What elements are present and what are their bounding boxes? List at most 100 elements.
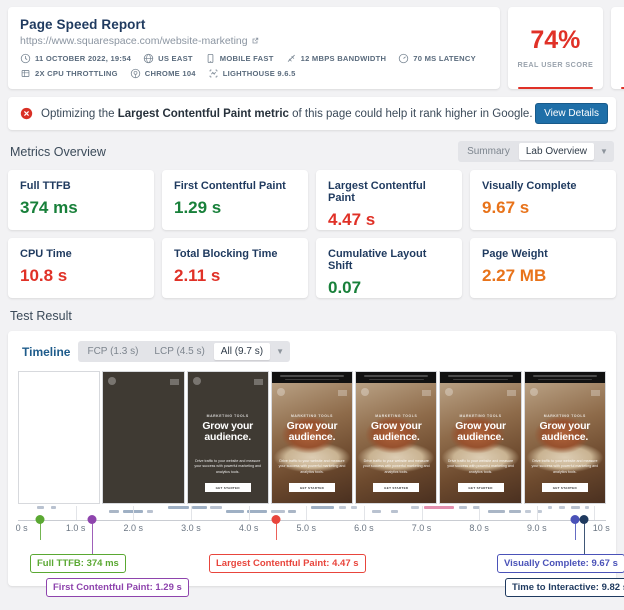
browser-chrome-bar [524, 372, 605, 383]
frame-paragraph: Drive traffic to your website and measur… [447, 459, 514, 474]
axis-gridline [594, 506, 596, 520]
metric-card-visually-complete[interactable]: Visually Complete 9.67 s [470, 170, 616, 230]
latency-icon [398, 53, 409, 64]
axis-gridline [75, 506, 77, 520]
filmstrip-frame[interactable]: MARKETING TOOLS Grow your audience. Driv… [186, 371, 269, 504]
report-url[interactable]: https://www.squarespace.com/website-mark… [20, 35, 488, 47]
axis-tick-label: 1.0 s [65, 523, 86, 533]
page-speed-report-page: Page Speed Report https://www.squarespac… [0, 0, 624, 601]
toggle-lab-overview[interactable]: Lab Overview [518, 143, 594, 160]
waterfall-bar [36, 506, 44, 509]
axis-gridline [248, 506, 250, 520]
timeline-annotations: Full TTFB: 374 ms First Contentful Paint:… [18, 552, 624, 610]
waterfall-bar [339, 506, 347, 509]
timeline-marker-leader [575, 519, 577, 540]
timeline-annotation-first-contentful-paint[interactable]: First Contentful Paint: 1.29 s [46, 578, 189, 597]
real-user-score-label: REAL USER SCORE [517, 59, 594, 69]
frame-eyebrow: MARKETING TOOLS [206, 414, 249, 418]
metric-card-full-ttfb[interactable]: Full TTFB 374 ms [8, 170, 154, 230]
chevron-down-icon[interactable]: ▼ [596, 147, 612, 156]
frame-cta-button: GET STARTED [373, 483, 420, 493]
meta-timestamp: 11 OCTOBER 2022, 19:54 [20, 53, 131, 64]
meta-device-label: MOBILE FAST [219, 54, 274, 63]
page-title: Page Speed Report [20, 17, 146, 32]
browser-chrome-bar [271, 372, 353, 383]
waterfall-bar [146, 510, 154, 513]
timeline-filter-lcp[interactable]: LCP (4.5 s) [147, 343, 211, 360]
waterfall-bar [109, 510, 119, 513]
meta-bandwidth-label: 12 MBPS BANDWIDTH [300, 54, 387, 63]
meta-region-label: US EAST [158, 54, 193, 63]
chevron-down-icon[interactable]: ▼ [272, 347, 288, 356]
metric-card-first-contentful-paint[interactable]: First Contentful Paint 1.29 s [162, 170, 308, 230]
timeline-filter-fcp[interactable]: FCP (1.3 s) [80, 343, 145, 360]
filmstrip-frame[interactable]: MARKETING TOOLS Grow your audience. Driv… [523, 371, 606, 504]
metrics-grid: Full TTFB 374 ms First Contentful Paint … [8, 170, 616, 298]
metric-value: 0.07 [328, 278, 362, 297]
waterfall-bar [524, 510, 531, 513]
timeline-annotation-largest-contentful-paint[interactable]: Largest Contentful Paint: 4.47 s [209, 554, 366, 573]
metric-card-cumulative-layout-shift[interactable]: Cumulative Layout Shift 0.07 [316, 238, 462, 298]
waterfall-bar [247, 510, 267, 513]
metric-name: Largest Contentful Paint [328, 180, 426, 204]
meta-lighthouse: LIGHTHOUSE 9.6.5 [208, 68, 296, 79]
timeline-annotation-full-ttfb[interactable]: Full TTFB: 374 ms [30, 554, 126, 573]
axis-gridline [363, 506, 365, 520]
filmstrip-frame[interactable] [18, 371, 101, 504]
metric-card-largest-contentful-paint[interactable]: Largest Contentful Paint 4.47 s [316, 170, 462, 230]
waterfall-bar [225, 510, 244, 513]
timeline-filter-all[interactable]: All (9.7 s) [213, 343, 271, 360]
meta-browser-label: CHROME 104 [144, 69, 196, 78]
meta-region: US EAST [143, 53, 193, 64]
filmstrip-frame[interactable] [102, 371, 185, 504]
metric-value: 10.8 s [20, 266, 68, 285]
frame-hero: MARKETING TOOLS Grow your audience. Driv… [277, 414, 348, 493]
axis-tick-label: 6.0 s [354, 523, 374, 533]
frame-eyebrow: MARKETING TOOLS [375, 414, 418, 418]
view-details-button[interactable]: View Details [535, 103, 608, 124]
metric-card-cpu-time[interactable]: CPU Time 10.8 s [8, 238, 154, 298]
axis-baseline [18, 520, 606, 521]
axis-tick-label: 0 s [15, 523, 28, 533]
waterfall-bar [167, 506, 190, 509]
site-logo-icon [108, 377, 117, 385]
test-result-title: Test Result [10, 309, 72, 323]
frame-cta-button: GET STARTED [541, 483, 588, 493]
filmstrip-frame[interactable]: MARKETING TOOLS Grow your audience. Driv… [439, 371, 522, 504]
axis-gridline [421, 506, 423, 520]
timeline-annotation-time-to-interactive[interactable]: Time to Interactive: 9.82 s [505, 578, 624, 597]
metric-name: First Contentful Paint [174, 180, 286, 192]
timeline-marker-leader [275, 519, 277, 540]
real-user-score-underline [517, 87, 593, 89]
filmstrip-frame[interactable]: MARKETING TOOLS Grow your audience. Driv… [355, 371, 438, 504]
frame-heading-line2: audience. [372, 431, 420, 444]
hamburger-menu-icon [422, 390, 432, 396]
waterfall-bar [50, 506, 57, 509]
report-header-row: Page Speed Report https://www.squarespac… [8, 0, 624, 89]
toggle-summary[interactable]: Summary [460, 143, 517, 160]
external-link-icon[interactable] [251, 37, 259, 45]
frame-eyebrow: MARKETING TOOLS [459, 414, 502, 418]
hamburger-menu-icon [590, 390, 600, 396]
cpu-icon [20, 68, 31, 79]
real-user-score-card: 74% REAL USER SCORE [507, 7, 603, 89]
metric-card-page-weight[interactable]: Page Weight 2.27 MB [470, 238, 616, 298]
timeline-annotation-visually-complete[interactable]: Visually Complete: 9.67 s [497, 554, 624, 573]
axis-gridline [479, 506, 481, 520]
waterfall-bar [558, 506, 565, 509]
frame-cta-button: GET STARTED [457, 483, 504, 493]
alert-message: Optimizing the Largest Contentful Paint … [41, 108, 535, 120]
metric-card-total-blocking-time[interactable]: Total Blocking Time 2.11 s [162, 238, 308, 298]
axis-tick-label: 2.0 s [123, 523, 144, 533]
meta-latency-label: 70 MS LATENCY [413, 54, 476, 63]
waterfall-bar [371, 510, 382, 513]
report-meta: 11 OCTOBER 2022, 19:54 US EAST MOBILE FA… [20, 53, 488, 79]
metrics-overview-header: Metrics Overview Summary Lab Overview ▼ [8, 130, 616, 170]
waterfall-bar [508, 510, 521, 513]
report-url-text: https://www.squarespace.com/website-mark… [20, 35, 248, 47]
request-waterfall-strip [18, 506, 606, 518]
meta-latency: 70 MS LATENCY [398, 53, 476, 64]
filmstrip-frame[interactable]: MARKETING TOOLS Grow your audience. Driv… [270, 371, 354, 504]
test-result-header: Test Result [8, 298, 616, 331]
frame-heading-line2: audience. [204, 431, 252, 444]
